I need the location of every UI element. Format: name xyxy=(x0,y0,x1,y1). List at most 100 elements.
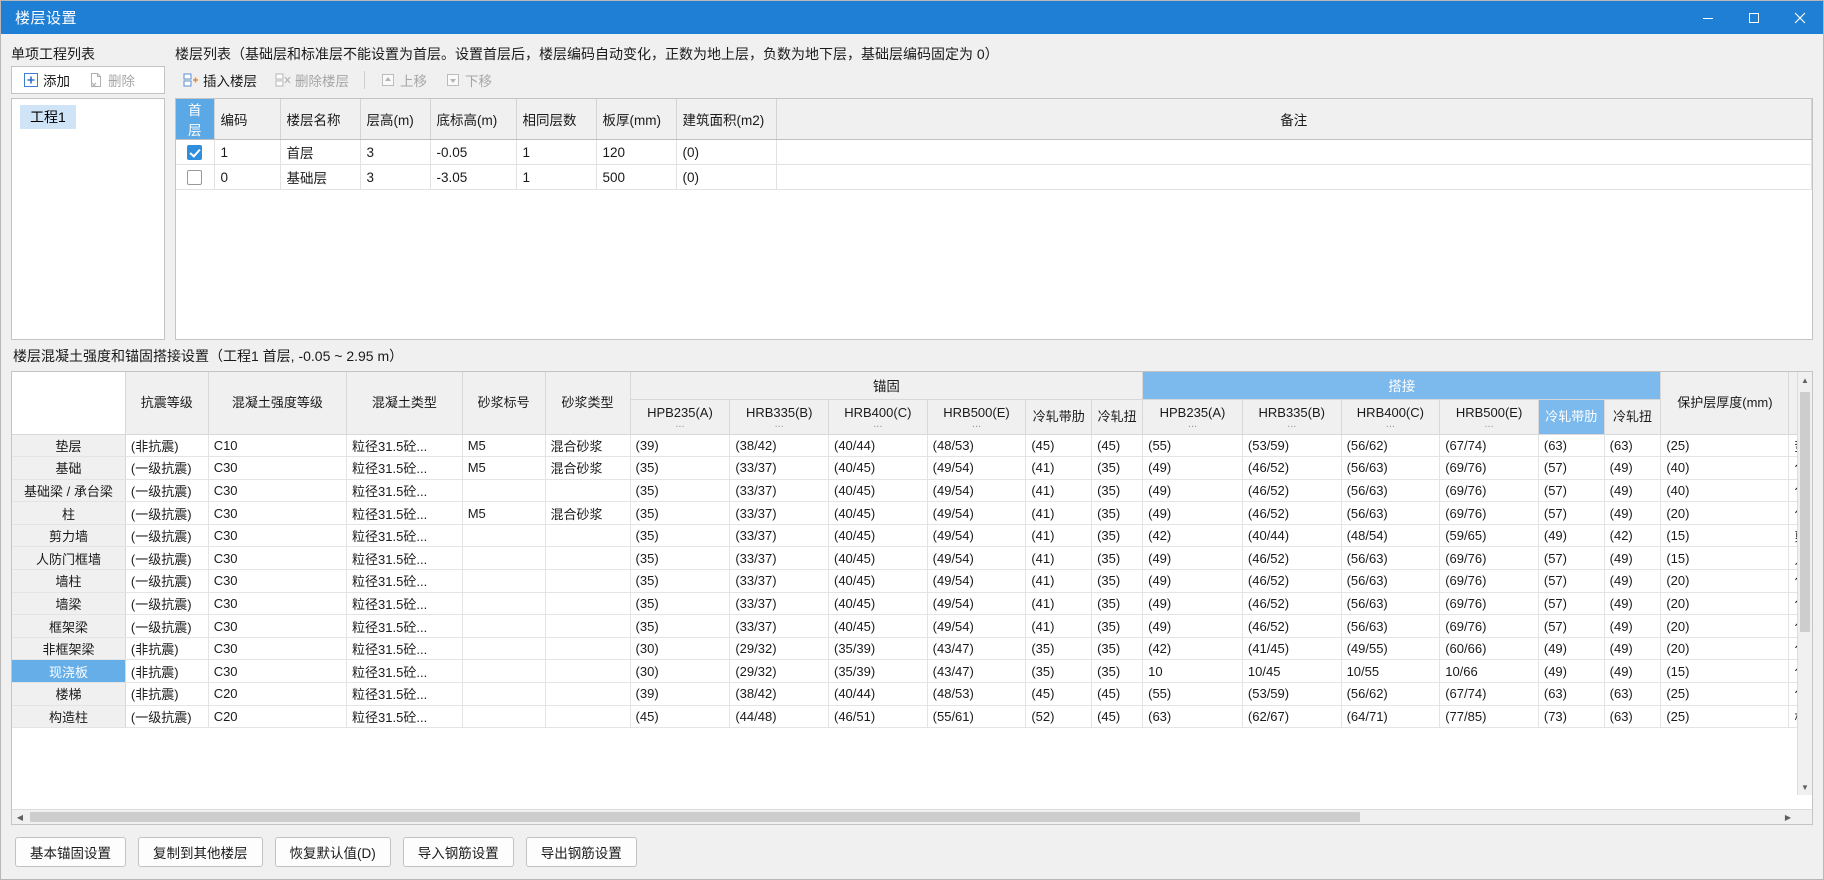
lap-cell-3[interactable]: (59/65) xyxy=(1439,524,1539,548)
anchor-cell-3[interactable]: (49/54) xyxy=(927,524,1027,548)
mortar-type-cell[interactable]: 混合砂浆 xyxy=(545,501,631,525)
anchor-cell-3[interactable]: (49/54) xyxy=(927,614,1027,638)
lap-cell-3[interactable]: (77/85) xyxy=(1439,705,1539,729)
anchor-cell-5[interactable]: (45) xyxy=(1091,705,1144,729)
anchor-cell-0[interactable]: (35) xyxy=(630,592,731,616)
anchor-col-header-2[interactable]: HRB400(C)... xyxy=(828,399,928,435)
anchor-cell-1[interactable]: (33/37) xyxy=(729,456,829,480)
material-col-header-seismic[interactable]: 抗震等级 xyxy=(125,372,209,435)
concrete-type-cell[interactable]: 粒径31.5砼... xyxy=(346,479,463,503)
lap-cell-2[interactable]: (56/63) xyxy=(1341,456,1441,480)
anchor-cell-0[interactable]: (35) xyxy=(630,501,731,525)
lap-cell-5[interactable]: (63) xyxy=(1604,434,1662,458)
mortar-type-cell[interactable] xyxy=(545,614,631,638)
floor-table-row[interactable]: 1 首层 3 -0.05 1 120 (0) xyxy=(176,139,1812,165)
anchor-cell-1[interactable]: (33/37) xyxy=(729,524,829,548)
anchor-cell-4[interactable]: (35) xyxy=(1025,637,1093,661)
lap-cell-4[interactable]: (57) xyxy=(1538,456,1605,480)
close-button[interactable] xyxy=(1777,1,1823,34)
anchor-cell-0[interactable]: (35) xyxy=(630,614,731,638)
mortar-grade-cell[interactable] xyxy=(462,569,546,593)
anchor-cell-4[interactable]: (41) xyxy=(1025,546,1093,571)
anchor-cell-2[interactable]: (40/45) xyxy=(828,569,928,593)
cover-cell[interactable]: (15) xyxy=(1660,524,1790,548)
lap-cell-0[interactable]: (42) xyxy=(1142,637,1243,661)
lap-cell-3[interactable]: (67/74) xyxy=(1439,434,1539,458)
floor-cell[interactable]: -0.05 xyxy=(430,139,517,165)
lap-cell-1[interactable]: (46/52) xyxy=(1242,614,1342,638)
anchor-group-header[interactable]: 锚固 xyxy=(630,372,1144,400)
concrete-grade-cell[interactable]: C20 xyxy=(208,682,348,706)
anchor-cell-0[interactable]: (35) xyxy=(630,479,731,503)
mortar-type-cell[interactable] xyxy=(545,479,631,503)
mortar-type-cell[interactable] xyxy=(545,637,631,661)
concrete-grade-cell[interactable]: C30 xyxy=(208,659,348,684)
concrete-grade-cell[interactable]: C30 xyxy=(208,546,348,571)
lap-cell-1[interactable]: (46/52) xyxy=(1242,569,1342,593)
anchor-cell-1[interactable]: (38/42) xyxy=(729,434,829,458)
material-col-header-cover[interactable]: 保护层厚度(mm) xyxy=(1660,372,1790,435)
delete-floor-button[interactable]: 删除楼层 xyxy=(267,68,357,93)
anchor-cell-4[interactable]: (41) xyxy=(1025,614,1093,638)
lap-cell-5[interactable]: (42) xyxy=(1604,524,1662,548)
lap-cell-5[interactable]: (49) xyxy=(1604,592,1662,616)
mortar-grade-cell[interactable] xyxy=(462,705,546,729)
anchor-cell-2[interactable]: (40/45) xyxy=(828,614,928,638)
cover-cell[interactable]: (40) xyxy=(1660,456,1790,480)
anchor-cell-4[interactable]: (41) xyxy=(1025,479,1093,503)
floor-col-header[interactable]: 层高(m) xyxy=(360,99,431,140)
lap-col-header-2[interactable]: HRB400(C)... xyxy=(1341,399,1441,435)
concrete-grade-cell[interactable]: C30 xyxy=(208,479,348,503)
floor-cell[interactable]: 0 xyxy=(214,164,281,190)
delete-project-button[interactable]: 删除 xyxy=(80,68,143,93)
anchor-cell-5[interactable]: (45) xyxy=(1091,434,1144,458)
seismic-cell[interactable]: (一级抗震) xyxy=(125,479,209,503)
lap-col-header-4[interactable]: 冷轧带肋 xyxy=(1538,399,1605,435)
material-table-row[interactable]: 垫层 (非抗震) C10 粒径31.5砼... M5 混合砂浆 (39) (38/42) (40… xyxy=(12,434,1812,458)
lap-cell-3[interactable]: (69/76) xyxy=(1439,569,1539,593)
concrete-type-cell[interactable]: 粒径31.5砼... xyxy=(346,659,463,684)
lap-cell-5[interactable]: (63) xyxy=(1604,705,1662,729)
lap-cell-1[interactable]: (62/67) xyxy=(1242,705,1342,729)
lap-cell-4[interactable]: (49) xyxy=(1538,524,1605,548)
material-table-row[interactable]: 构造柱 (一级抗震) C20 粒径31.5砼... (45) (44/48) (46/51)… xyxy=(12,705,1812,729)
anchor-cell-5[interactable]: (35) xyxy=(1091,524,1144,548)
lap-cell-5[interactable]: (63) xyxy=(1604,682,1662,706)
cover-cell[interactable]: (15) xyxy=(1660,546,1790,571)
lap-cell-0[interactable]: (49) xyxy=(1142,569,1243,593)
anchor-col-header-1[interactable]: HRB335(B)... xyxy=(729,399,829,435)
lap-col-header-3[interactable]: HRB500(E)... xyxy=(1439,399,1539,435)
mortar-grade-cell[interactable]: M5 xyxy=(462,501,546,525)
material-col-header-concrete_grade[interactable]: 混凝土强度等级 xyxy=(208,372,348,435)
seismic-cell[interactable]: (一级抗震) xyxy=(125,592,209,616)
lap-cell-1[interactable]: (41/45) xyxy=(1242,637,1342,661)
floor-cell[interactable]: 3 xyxy=(360,139,431,165)
lap-cell-3[interactable]: (67/74) xyxy=(1439,682,1539,706)
anchor-cell-5[interactable]: (35) xyxy=(1091,637,1144,661)
floor-cell[interactable]: 500 xyxy=(596,164,677,190)
lap-cell-3[interactable]: (69/76) xyxy=(1439,456,1539,480)
anchor-cell-0[interactable]: (35) xyxy=(630,569,731,593)
material-col-header-mortar_grade[interactable]: 砂浆标号 xyxy=(462,372,546,435)
export-rebar-settings-button[interactable]: 导出钢筋设置 xyxy=(525,837,637,867)
anchor-cell-5[interactable]: (45) xyxy=(1091,682,1144,706)
floor-col-header[interactable]: 首层 xyxy=(176,99,215,140)
anchor-cell-1[interactable]: (29/32) xyxy=(729,659,829,684)
floor-cell[interactable]: 1 xyxy=(214,139,281,165)
anchor-cell-2[interactable]: (40/45) xyxy=(828,524,928,548)
anchor-cell-1[interactable]: (33/37) xyxy=(729,569,829,593)
floor-cell[interactable]: 1 xyxy=(516,164,597,190)
anchor-cell-3[interactable]: (43/47) xyxy=(927,637,1027,661)
material-row-label[interactable]: 墙梁 xyxy=(12,592,126,616)
mortar-grade-cell[interactable] xyxy=(462,479,546,503)
mortar-grade-cell[interactable] xyxy=(462,614,546,638)
concrete-grade-cell[interactable]: C10 xyxy=(208,434,348,458)
scroll-left-icon[interactable]: ◀ xyxy=(12,810,28,824)
cover-cell[interactable]: (20) xyxy=(1660,637,1790,661)
concrete-type-cell[interactable]: 粒径31.5砼... xyxy=(346,705,463,729)
material-col-header-concrete_type[interactable]: 混凝土类型 xyxy=(346,372,463,435)
concrete-grade-cell[interactable]: C30 xyxy=(208,614,348,638)
insert-floor-button[interactable]: 插入楼层 xyxy=(175,68,265,93)
cover-cell[interactable]: (15) xyxy=(1660,659,1790,684)
move-up-button[interactable]: 上移 xyxy=(372,68,435,93)
